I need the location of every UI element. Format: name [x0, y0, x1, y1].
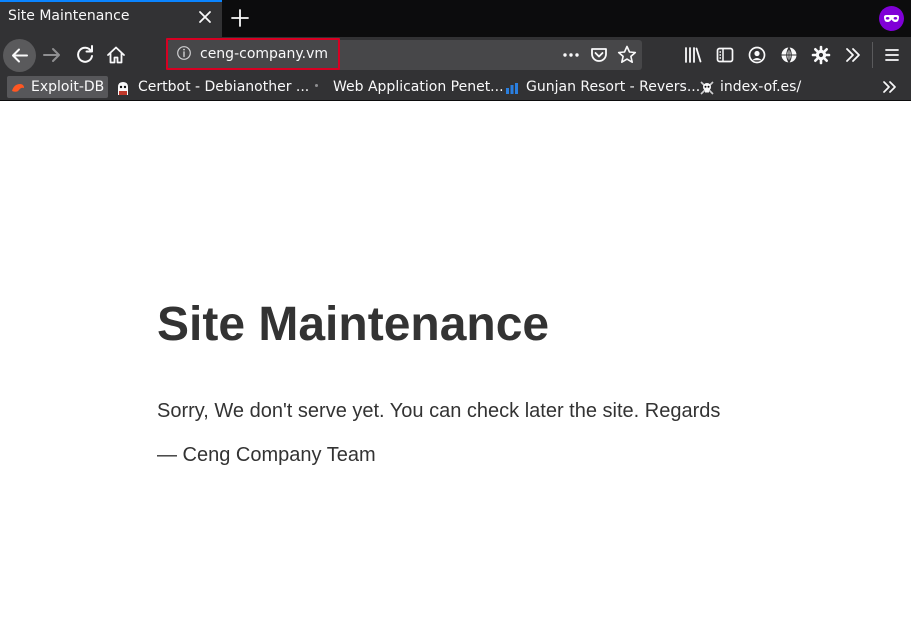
forward-arrow-icon[interactable] — [40, 43, 64, 67]
pocket-icon[interactable] — [587, 43, 611, 67]
library-icon[interactable] — [681, 43, 705, 67]
toolbar-separator — [872, 42, 873, 68]
globe-icon[interactable] — [777, 43, 801, 67]
bookmark-label: Certbot - Debianother ... — [138, 79, 310, 95]
gear-icon[interactable] — [809, 43, 833, 67]
tab-title: Site Maintenance — [8, 8, 130, 24]
team-signature: — Ceng Company Team — [157, 444, 376, 466]
close-icon[interactable] — [196, 8, 214, 26]
page-content — [0, 101, 911, 641]
exploit-db-icon — [11, 80, 25, 94]
hamburger-menu-icon[interactable] — [880, 43, 904, 67]
plus-icon[interactable] — [229, 7, 251, 29]
bookmark-label: Exploit-DB — [31, 79, 105, 95]
bookmark-label: Web Application Penet... — [333, 79, 504, 95]
reload-icon[interactable] — [73, 43, 97, 67]
back-arrow-icon[interactable] — [3, 39, 36, 72]
skull-icon — [700, 80, 714, 95]
certbot-icon — [116, 80, 130, 95]
bookmark-dot-icon — [315, 84, 318, 87]
chevron-double-right-icon[interactable] — [841, 43, 865, 67]
account-icon[interactable] — [745, 43, 769, 67]
private-browsing-icon — [879, 6, 904, 31]
page-title: Site Maintenance — [157, 298, 550, 351]
home-icon[interactable] — [104, 43, 128, 67]
bookmark-label: Gunjan Resort - Revers... — [526, 79, 701, 95]
maintenance-message: Sorry, We don't serve yet. You can check… — [157, 400, 721, 422]
bookmark-label: index-of.es/ — [720, 79, 802, 95]
url-highlight-box — [166, 38, 340, 70]
star-icon[interactable] — [615, 43, 639, 67]
bar-chart-icon — [505, 80, 519, 94]
more-dots-icon[interactable] — [559, 43, 583, 67]
chevron-double-right-icon[interactable] — [880, 78, 900, 96]
sidebar-icon[interactable] — [713, 43, 737, 67]
